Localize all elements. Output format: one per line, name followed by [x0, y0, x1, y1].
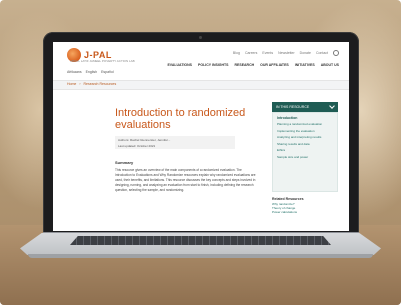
- breadcrumb-link[interactable]: Home: [67, 82, 76, 86]
- top-link[interactable]: Contact: [316, 51, 328, 55]
- top-link[interactable]: Careers: [245, 51, 257, 55]
- sidebar-toc: Introduction Planning a randomized evalu…: [272, 112, 338, 192]
- laptop-base-edge: [28, 254, 373, 258]
- chevron-down-icon: [329, 103, 335, 109]
- breadcrumb: Home › Research Resources: [67, 82, 116, 86]
- meta-updated: Last updated: October 2021: [118, 144, 156, 148]
- nav-item[interactable]: RESEARCH: [235, 63, 255, 67]
- logo-subtitle: ABDUL LATIF JAMEEL POVERTY ACTION LAB: [70, 59, 135, 63]
- nav-item[interactable]: POLICY INSIGHTS: [198, 63, 228, 67]
- nav-item[interactable]: INITIATIVES: [295, 63, 315, 67]
- breadcrumb-bar: Home › Research Resources: [53, 80, 349, 90]
- laptop-keyboard: [70, 236, 331, 245]
- photo-background: J-PAL ABDUL LATIF JAMEEL POVERTY ACTION …: [0, 0, 401, 305]
- related-heading: Related Resources: [272, 197, 304, 201]
- article-meta: Authors: Rachel Glennerster, Jennifer...…: [115, 136, 235, 149]
- article-body: This resource gives an overview of the m…: [115, 168, 256, 192]
- search-icon[interactable]: [333, 50, 339, 56]
- site-header: J-PAL ABDUL LATIF JAMEEL POVERTY ACTION …: [53, 42, 349, 78]
- top-link[interactable]: Donate: [300, 51, 311, 55]
- related-resources: Related Resources Why randomize? Theory …: [272, 197, 338, 214]
- main-nav: EVALUATIONS POLICY INSIGHTS RESEARCH OUR…: [167, 63, 339, 67]
- laptop-screen: J-PAL ABDUL LATIF JAMEEL POVERTY ACTION …: [53, 42, 349, 231]
- top-link[interactable]: Events: [262, 51, 273, 55]
- toc-item[interactable]: Analyzing and interpreting results: [277, 136, 333, 140]
- language-option[interactable]: Español: [101, 70, 114, 74]
- toc-item[interactable]: Sharing results and data: [277, 142, 333, 147]
- toc-heading[interactable]: Introduction: [277, 116, 333, 120]
- top-links: Blog Careers Events Newsletter Donate Co…: [233, 50, 339, 56]
- related-item[interactable]: Power calculations: [272, 210, 338, 215]
- language-option[interactable]: Afrikaans: [67, 70, 82, 74]
- section-heading: Summary: [115, 160, 134, 165]
- page-title: Introduction to randomized evaluations: [115, 107, 246, 132]
- nav-item[interactable]: ABOUT US: [321, 63, 339, 67]
- language-option[interactable]: English: [86, 70, 97, 74]
- breadcrumb-separator: ›: [79, 82, 81, 86]
- top-link[interactable]: Blog: [233, 51, 240, 55]
- nav-item[interactable]: EVALUATIONS: [167, 63, 192, 67]
- toc-item[interactable]: Planning a randomized evaluation: [277, 122, 333, 127]
- toc-item[interactable]: Sample size and power: [277, 155, 333, 160]
- top-link[interactable]: Newsletter: [278, 51, 295, 55]
- nav-item[interactable]: OUR AFFILIATES: [260, 63, 289, 67]
- meta-authors: Authors: Rachel Glennerster, Jennifer...: [118, 138, 171, 142]
- webcam: [199, 36, 202, 39]
- in-this-resource-label: IN THIS RESOURCE: [276, 105, 310, 109]
- in-this-resource-button[interactable]: IN THIS RESOURCE: [272, 102, 338, 112]
- breadcrumb-link[interactable]: Research Resources: [84, 82, 117, 86]
- laptop-lid: J-PAL ABDUL LATIF JAMEEL POVERTY ACTION …: [43, 32, 359, 234]
- language-selector: Afrikaans English Español: [67, 70, 114, 74]
- toc-item[interactable]: Implementing the evaluation: [277, 129, 333, 134]
- toc-item[interactable]: Ethics: [277, 149, 333, 153]
